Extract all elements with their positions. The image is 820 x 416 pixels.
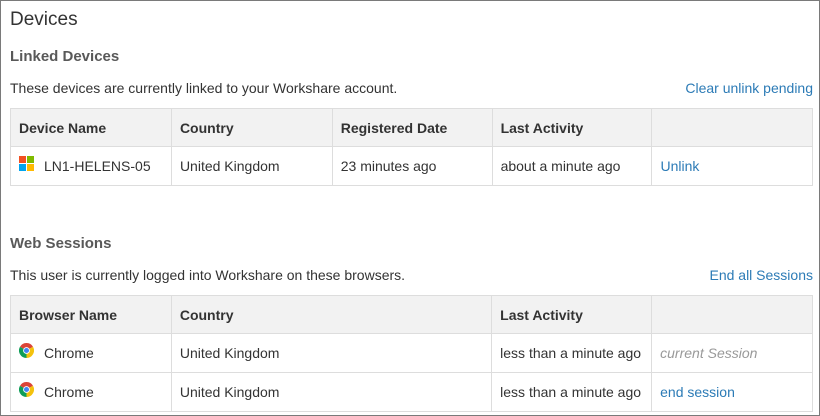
web-sessions-description: This user is currently logged into Works… <box>10 267 406 283</box>
browser-name-cell: Chrome <box>10 372 172 412</box>
linked-devices-title: Linked Devices <box>10 48 120 65</box>
status-cell: current Session <box>651 333 813 373</box>
country-cell: United Kingdom <box>170 372 493 412</box>
column-header-last-activity: Last Activity <box>491 295 653 334</box>
browser-name: Chrome <box>44 345 94 361</box>
last-activity-cell: less than a minute ago <box>491 372 653 412</box>
column-header-country: Country <box>170 108 333 147</box>
column-header-registered-date: Registered Date <box>331 108 493 147</box>
unlink-link[interactable]: Unlink <box>660 158 699 174</box>
linked-devices-description: These devices are currently linked to yo… <box>10 80 398 96</box>
column-header-browser-name: Browser Name <box>10 295 172 334</box>
action-cell: end session <box>651 372 813 412</box>
device-name: LN1-HELENS-05 <box>44 158 151 174</box>
current-session-label: current Session <box>660 345 758 361</box>
chrome-icon <box>19 381 34 397</box>
linked-devices-table: Device Name Country Registered Date Last… <box>10 108 813 186</box>
action-cell: Unlink <box>651 146 813 186</box>
browser-name: Chrome <box>44 384 94 400</box>
registered-date-cell: 23 minutes ago <box>331 146 493 186</box>
clear-unlink-pending-link[interactable]: Clear unlink pending <box>685 80 813 96</box>
last-activity-cell: less than a minute ago <box>491 333 653 373</box>
column-header-last-activity: Last Activity <box>491 108 653 147</box>
column-header-actions <box>651 295 813 334</box>
column-header-country: Country <box>170 295 493 334</box>
page-title: Devices <box>10 9 78 30</box>
device-name-cell: LN1-HELENS-05 <box>10 146 172 186</box>
column-header-device-name: Device Name <box>10 108 172 147</box>
table-row: LN1-HELENS-05 United Kingdom 23 minutes … <box>10 146 813 186</box>
web-sessions-header-row: Browser Name Country Last Activity <box>10 295 813 334</box>
table-row: Chrome United Kingdom less than a minute… <box>10 372 813 412</box>
table-row: Chrome United Kingdom less than a minute… <box>10 333 813 373</box>
web-sessions-title: Web Sessions <box>10 235 112 252</box>
country-cell: United Kingdom <box>170 146 333 186</box>
linked-devices-header-row: Device Name Country Registered Date Last… <box>10 108 813 147</box>
column-header-actions <box>651 108 813 147</box>
end-session-link[interactable]: end session <box>660 384 735 400</box>
browser-name-cell: Chrome <box>10 333 172 373</box>
last-activity-cell: about a minute ago <box>491 146 653 186</box>
chrome-icon <box>19 342 34 358</box>
country-cell: United Kingdom <box>170 333 493 373</box>
end-all-sessions-link[interactable]: End all Sessions <box>709 267 813 283</box>
web-sessions-table: Browser Name Country Last Activity Chrom… <box>10 295 813 412</box>
windows-icon <box>19 155 34 171</box>
